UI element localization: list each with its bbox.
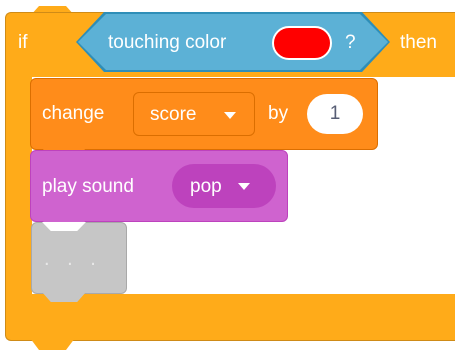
sound-name: pop [190, 176, 222, 197]
question-mark: ? [345, 32, 356, 53]
touching-color-label: touching color [108, 32, 227, 53]
change-label: change [42, 103, 105, 124]
if-bottom-notch [30, 338, 75, 350]
placeholder-dots: . . . [44, 248, 102, 270]
sound-dropdown[interactable]: pop [172, 164, 276, 208]
play-sound-label: play sound [42, 176, 134, 197]
if-arm[interactable] [5, 70, 32, 302]
if-label: if [18, 32, 28, 53]
by-label: by [268, 103, 289, 124]
color-swatch-input[interactable] [272, 26, 332, 60]
chevron-down-icon [238, 183, 250, 190]
variable-dropdown[interactable]: score [133, 92, 255, 136]
change-amount-value: 1 [329, 103, 341, 124]
variable-name: score [150, 104, 197, 125]
chevron-down-icon [224, 112, 236, 119]
change-amount-input[interactable]: 1 [307, 94, 363, 134]
then-label: then [400, 32, 437, 53]
